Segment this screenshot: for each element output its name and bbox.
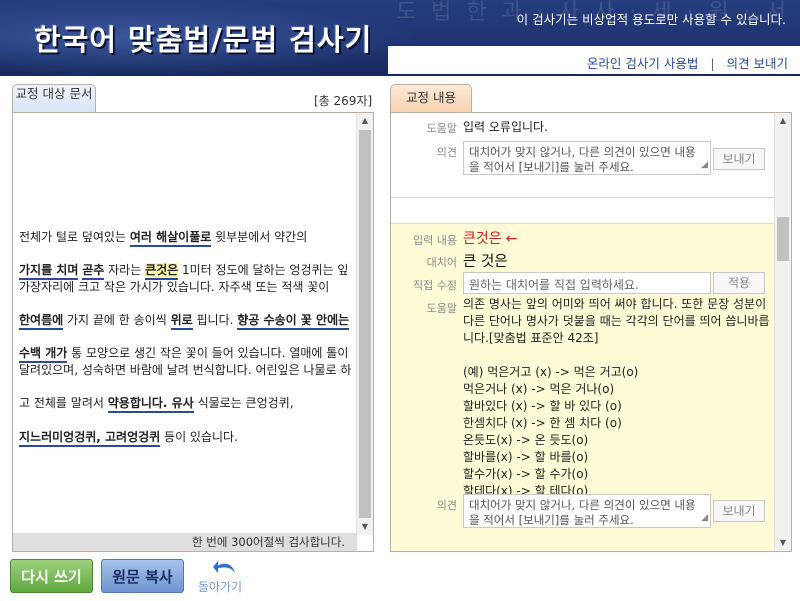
usage-notice: 이 검사기는 비상업적 용도로만 사용할 수 있습니다. (516, 12, 786, 27)
document-text-segment: 핍니다. (192, 313, 238, 327)
example-line: 온듯도(x) -> 온 듯도(o) (463, 433, 589, 447)
document-text-segment: 1미터 정도에 달하는 엉겅퀴는 잎 (178, 263, 349, 277)
send-button[interactable]: 보내기 (713, 148, 765, 170)
document-text-segment: 가지 끝에 한 송이씩 (63, 313, 171, 327)
example-line: 할바있다 (x) -> 할 바 있다 (o) (463, 399, 622, 413)
scroll-thumb[interactable] (777, 217, 789, 261)
examples-title: (예) 먹은거고 (x) -> 먹은 거고(o) (463, 365, 639, 379)
document-line: 한여름에 가지 끝에 한 송이씩 위로 핍니다. 향공 수송이 꽃 안에는 (19, 311, 350, 330)
example-line: 할바를(x) -> 할 바를(o) (463, 450, 589, 464)
tab-correction-content[interactable]: 교정 내용 (390, 84, 472, 112)
resize-grip-icon[interactable]: ◢ (701, 511, 708, 526)
scroll-down-icon[interactable]: ▼ (775, 535, 791, 551)
input-word-row: 큰것은 ← (463, 228, 517, 248)
back-label: 돌아가기 (197, 580, 243, 594)
tab-target-document[interactable]: 교정 대상 문서 (12, 84, 96, 112)
help-label: 도움말 (426, 122, 457, 135)
document-text-segment: 윗부분에서 약간의 (211, 230, 308, 244)
document-panel: 전체가 털로 덮여있는 여러 해살이풀로 윗부분에서 약간의가지를 치며 곧추 … (12, 112, 374, 552)
document-line: 전체가 털로 덮여있는 여러 해살이풀로 윗부분에서 약간의 (19, 228, 308, 247)
error-word[interactable]: 위로 (170, 313, 193, 330)
document-line: 수백 개가 통 모양으로 생긴 작은 꽃이 들어 있습니다. 열매에 톨이 (19, 344, 349, 363)
help-description: 의존 명사는 앞의 어미와 띄어 써야 합니다. 또한 문장 성분이 다른 단어… (463, 296, 773, 500)
example-line: 먹은거나 (x) -> 먹은 거나(o) (463, 382, 615, 396)
direct-edit-placeholder: 원하는 대치어를 직접 입력하세요. (469, 278, 639, 292)
document-line: 고 전체를 말려서 약용합니다. 유사 식물로는 큰엉겅퀴, (19, 394, 294, 413)
opinion-placeholder-2: 대치어가 맞지 않거나, 다른 의견이 있으면 내용을 적어서 [보내기]를 눌… (469, 498, 696, 527)
link-separator: | (710, 56, 715, 71)
document-line: 지느러미엉겅퀴, 고려엉겅퀴 등이 있습니다. (19, 428, 238, 447)
document-line: 달려있으며, 성숙하면 바람에 날려 번식합니다. 어린잎은 나물로 하 (19, 361, 351, 378)
character-count: [총 269자] (314, 94, 373, 108)
header-links-bar: 온라인 검사기 사용법 | 의견 보내기 (388, 46, 800, 74)
replacement-label: 대치어 (426, 256, 457, 269)
example-line: 한셈치다 (x) -> 한 셈 치다 (o) (463, 416, 622, 430)
error-word[interactable]: 여러 해살이풀로 (129, 230, 212, 247)
document-text-segment: 가장자리에 크고 작은 가시가 있습니다. 자주색 또는 적색 꽃이 (19, 280, 330, 294)
help-label-2: 도움말 (426, 302, 457, 315)
resize-grip-icon[interactable]: ◢ (701, 158, 708, 173)
scroll-thumb[interactable] (359, 130, 371, 518)
send-button-2[interactable]: 보내기 (713, 500, 765, 522)
error-word[interactable]: 약용합니다. 유사 (107, 396, 194, 413)
document-text-segment: 통 모양으로 생긴 작은 꽃이 들어 있습니다. 열매에 톨이 (67, 346, 349, 360)
batch-limit-note: 한 번에 300어절씩 검사합니다. (13, 533, 357, 551)
opinion-input-2[interactable]: 대치어가 맞지 않거나, 다른 의견이 있으면 내용을 적어서 [보내기]를 눌… (463, 494, 711, 528)
document-text[interactable]: 전체가 털로 덮여있는 여러 해살이풀로 윗부분에서 약간의가지를 치며 곧추 … (19, 113, 355, 533)
document-line: 가지를 치며 곧추 자라는 큰것은 1미터 정도에 달하는 엉겅퀴는 잎 (19, 261, 349, 280)
opinion-placeholder: 대치어가 맞지 않거나, 다른 의견이 있으면 내용을 적어서 [보내기]를 눌… (469, 145, 696, 174)
scroll-up-icon[interactable]: ▲ (357, 113, 373, 129)
direct-edit-label: 직접 수정 (413, 279, 457, 292)
rewrite-button[interactable]: 다시 쓰기 (10, 559, 93, 593)
help-text: 의존 명사는 앞의 어미와 띄어 써야 합니다. 또한 문장 성분이 다른 단어… (463, 297, 770, 345)
header-links: 온라인 검사기 사용법 | 의견 보내기 (587, 53, 788, 72)
correction-panel: 도움말 입력 오류입니다. 의견 대치어가 맞지 않거나, 다른 의견이 있으면… (390, 112, 792, 552)
document-text-segment: 자라는 (104, 263, 146, 277)
usage-guide-link[interactable]: 온라인 검사기 사용법 (587, 56, 698, 71)
input-word[interactable]: 큰것은 (463, 231, 502, 247)
document-text-segment: 달려있으며, 성숙하면 바람에 날려 번식합니다. 어린잎은 나물로 하 (19, 363, 352, 377)
back-arrow-icon (213, 561, 235, 573)
example-line: 할수가(x) -> 할 수가(o) (463, 467, 589, 481)
error-word[interactable]: 향공 수송이 꽃 안에는 (237, 313, 350, 330)
arrow-left-icon: ← (505, 231, 518, 247)
scroll-up-icon[interactable]: ▲ (775, 113, 791, 129)
opinion-label: 의견 (436, 146, 457, 159)
scroll-down-icon[interactable]: ▼ (357, 519, 373, 535)
correction-scrollbar[interactable]: ▲ ▼ (774, 113, 791, 551)
opinion-label-2: 의견 (436, 499, 457, 512)
copy-original-button[interactable]: 원문 복사 (101, 559, 184, 593)
input-label: 입력 내용 (413, 234, 457, 247)
document-text-segment: 식물로는 큰엉겅퀴, (193, 396, 294, 410)
send-feedback-link[interactable]: 의견 보내기 (727, 56, 788, 71)
back-button[interactable]: 돌아가기 (192, 557, 248, 597)
document-text-segment: 등이 있습니다. (160, 430, 238, 444)
item-divider (391, 197, 776, 198)
replacement-word[interactable]: 큰 것은 (463, 250, 508, 271)
direct-edit-input[interactable]: 원하는 대치어를 직접 입력하세요. (463, 272, 711, 294)
notice-bar: 이 검사기는 비상업적 용도로만 사용할 수 있습니다. (0, 0, 800, 32)
error-word[interactable]: 한여름에 (19, 313, 64, 330)
opinion-input[interactable]: 대치어가 맞지 않거나, 다른 의견이 있으면 내용을 적어서 [보내기]를 눌… (463, 141, 711, 175)
correction-card: 입력 내용 큰것은 ← 대치어 큰 것은 직접 수정 원하는 대치어를 직접 입력… (391, 223, 776, 551)
apply-button[interactable]: 적용 (713, 272, 765, 294)
document-text-segment: 전체가 털로 덮여있는 (19, 230, 130, 244)
first-help-text: 입력 오류입니다. (463, 120, 548, 134)
document-text-segment: 고 전체를 말려서 (19, 396, 108, 410)
error-word[interactable]: 지느러미엉겅퀴, 고려엉겅퀴 (19, 430, 161, 447)
document-line: 가장자리에 크고 작은 가시가 있습니다. 자주색 또는 적색 꽃이 (19, 278, 329, 295)
examples-list: 먹은거나 (x) -> 먹은 거나(o) 할바있다 (x) -> 할 바 있다 (… (463, 381, 773, 500)
document-scrollbar[interactable]: ▲ ▼ (356, 113, 373, 535)
